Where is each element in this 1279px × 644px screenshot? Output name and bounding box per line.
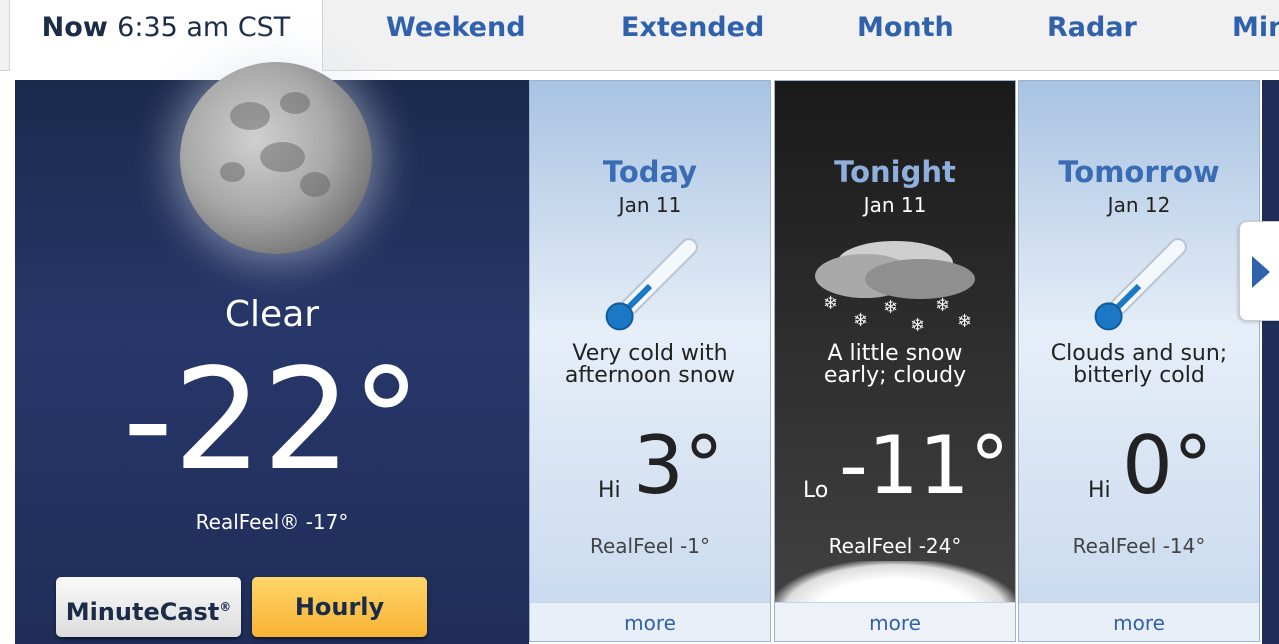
tab-radar[interactable]: Radar bbox=[1047, 0, 1137, 56]
current-conditions-panel: Clear -22° RealFeel® -17° MinuteCast® Ho… bbox=[15, 62, 529, 644]
thermometer-cold-icon bbox=[605, 238, 698, 331]
registered-mark: ® bbox=[219, 600, 232, 614]
forecast-temperature: 3° bbox=[633, 419, 724, 512]
tab-minutecast[interactable]: Min bbox=[1232, 0, 1279, 56]
svg-text:❄: ❄ bbox=[957, 311, 972, 332]
forecast-title: Today bbox=[602, 155, 698, 189]
forecast-description-line2: bitterly cold bbox=[1073, 363, 1205, 388]
forecast-description-line2: early; cloudy bbox=[823, 363, 967, 388]
thermometer-cold-icon bbox=[1094, 238, 1187, 331]
svg-text:❄: ❄ bbox=[935, 295, 950, 316]
forecast-card-today[interactable]: Today Jan 11 Very cold with afternoon sn… bbox=[529, 80, 771, 642]
minutecast-label: MinuteCast bbox=[65, 598, 220, 626]
more-link[interactable]: more bbox=[775, 602, 1015, 641]
forecast-date: Jan 12 bbox=[1107, 193, 1171, 217]
forecast-hilo-label: Hi bbox=[1088, 478, 1111, 503]
forecast-temperature: 0° bbox=[1122, 419, 1213, 512]
forecast-hilo-label: Lo bbox=[803, 478, 829, 503]
forecast-description-line2: afternoon snow bbox=[564, 363, 736, 388]
tab-weekend[interactable]: Weekend bbox=[386, 0, 526, 56]
forecast-description: A little snow early; cloudy bbox=[775, 343, 1015, 387]
svg-text:❄: ❄ bbox=[883, 297, 898, 318]
tab-month[interactable]: Month bbox=[857, 0, 954, 56]
chevron-right-icon bbox=[1252, 256, 1270, 288]
forecast-realfeel: RealFeel -1° bbox=[590, 534, 710, 558]
forecast-card-tonight[interactable]: Tonight Jan 11 ❄ ❄ ❄ ❄ ❄ ❄ A little snow ear… bbox=[774, 80, 1016, 642]
svg-text:❄: ❄ bbox=[853, 310, 868, 331]
forecast-realfeel: RealFeel -14° bbox=[1072, 534, 1206, 558]
forecast-description: Very cold with afternoon snow bbox=[530, 343, 770, 387]
forecast-description: Clouds and sun; bitterly cold bbox=[1019, 343, 1259, 387]
forecast-realfeel: RealFeel -24° bbox=[828, 534, 962, 558]
svg-text:❄: ❄ bbox=[910, 315, 925, 336]
moon-icon bbox=[180, 62, 372, 254]
forecast-date: Jan 11 bbox=[863, 193, 927, 217]
tab-extended[interactable]: Extended bbox=[621, 0, 764, 56]
forecast-title: Tonight bbox=[834, 155, 956, 189]
current-time: 6:35 am CST bbox=[117, 12, 291, 43]
forecast-hilo-label: Hi bbox=[598, 478, 621, 503]
more-link[interactable]: more bbox=[530, 602, 770, 641]
more-link[interactable]: more bbox=[1019, 602, 1259, 641]
tab-now-label: Now bbox=[41, 12, 108, 43]
hourly-button[interactable]: Hourly bbox=[252, 577, 427, 637]
next-arrow-button[interactable] bbox=[1239, 221, 1279, 321]
tab-bar: Now 6:35 am CST Weekend Extended Month R… bbox=[0, 0, 1279, 71]
forecast-description-line1: Clouds and sun; bbox=[1050, 341, 1228, 366]
current-realfeel: RealFeel® -17° bbox=[195, 510, 349, 534]
current-temperature: -22° bbox=[122, 339, 422, 502]
forecast-temperature: -11° bbox=[839, 419, 1010, 512]
next-card-edge bbox=[1262, 80, 1279, 644]
forecast-title: Tomorrow bbox=[1058, 155, 1220, 189]
forecast-date: Jan 11 bbox=[618, 193, 682, 217]
svg-text:❄: ❄ bbox=[823, 293, 838, 314]
minutecast-button[interactable]: MinuteCast® bbox=[56, 577, 241, 637]
forecast-description-line1: A little snow bbox=[827, 341, 963, 366]
cloud-snow-icon: ❄ ❄ ❄ ❄ ❄ ❄ bbox=[815, 241, 975, 336]
current-condition: Clear bbox=[224, 294, 320, 335]
tab-now[interactable]: Now 6:35 am CST bbox=[9, 0, 323, 71]
forecast-description-line1: Very cold with bbox=[572, 341, 728, 366]
forecast-card-tomorrow[interactable]: Tomorrow Jan 12 Clouds and sun; bitterly… bbox=[1018, 80, 1260, 642]
